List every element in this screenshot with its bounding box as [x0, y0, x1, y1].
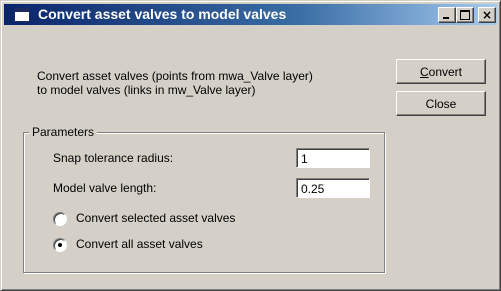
convert-button[interactable]: Convert	[396, 59, 486, 84]
convert-all-radio[interactable]	[53, 238, 67, 252]
dialog-description: Convert asset valves (points from mwa_Va…	[37, 69, 377, 97]
description-line-2: to model valves (links in mw_Valve layer…	[37, 83, 256, 97]
convert-valves-dialog: Convert asset valves to model valves × C…	[0, 0, 501, 291]
close-button[interactable]: Close	[396, 91, 486, 116]
convert-selected-label[interactable]: Convert selected asset valves	[76, 211, 235, 225]
description-line-1: Convert asset valves (points from mwa_Va…	[37, 69, 313, 83]
valve-length-input[interactable]: 0.25	[296, 178, 370, 198]
maximize-icon	[460, 10, 470, 20]
convert-access-key: C	[419, 65, 429, 79]
radio-selected-dot	[58, 243, 62, 247]
snap-tolerance-input[interactable]: 1	[296, 148, 370, 168]
snap-tolerance-label: Snap tolerance radius:	[53, 151, 174, 165]
minimize-button[interactable]	[438, 7, 456, 23]
valve-length-label: Model valve length:	[53, 181, 157, 195]
convert-all-label[interactable]: Convert all asset valves	[76, 237, 203, 251]
close-window-button[interactable]: ×	[478, 7, 496, 23]
convert-selected-radio[interactable]	[53, 212, 67, 226]
maximize-button[interactable]	[456, 7, 474, 23]
window-app-icon	[14, 8, 30, 22]
convert-label: onvert	[428, 65, 463, 79]
window-title: Convert asset valves to model valves	[38, 6, 287, 22]
close-icon: ×	[481, 8, 493, 22]
title-bar[interactable]: Convert asset valves to model valves ×	[4, 4, 497, 25]
minimize-icon	[443, 17, 449, 19]
parameters-group-title: Parameters	[29, 125, 98, 139]
